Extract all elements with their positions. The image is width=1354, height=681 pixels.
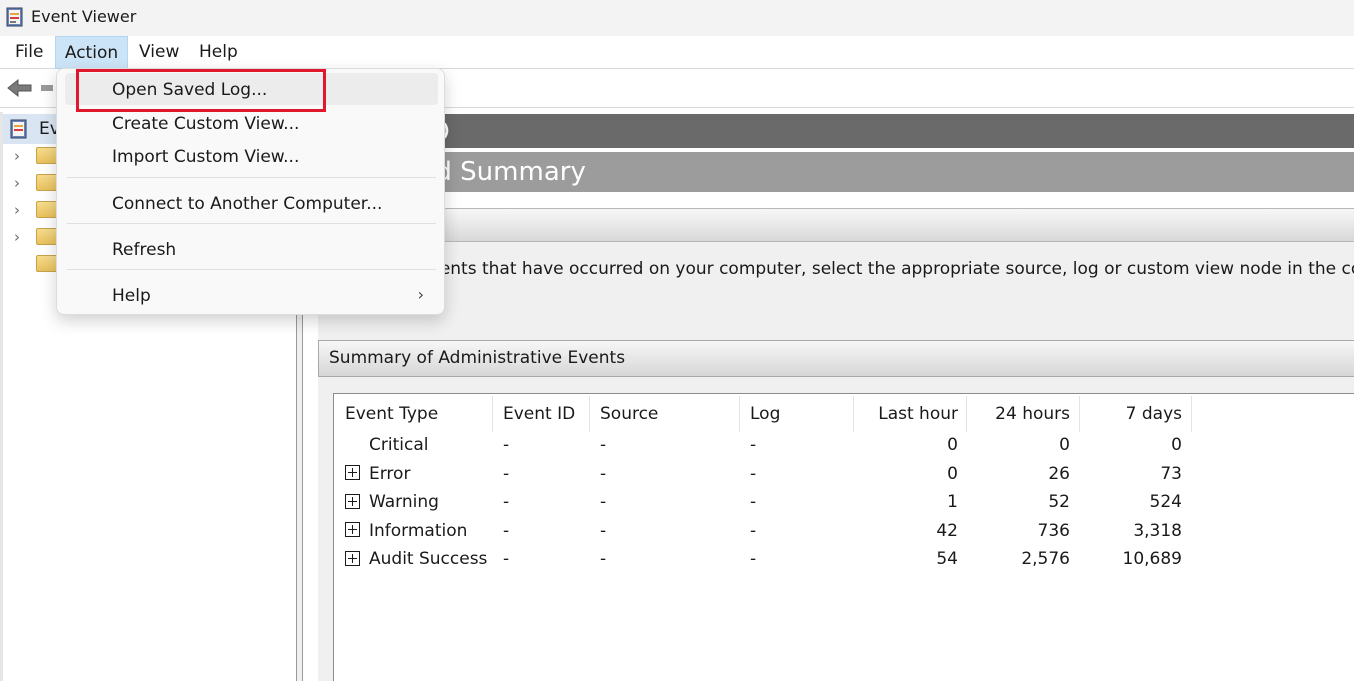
table-cell-source: -: [600, 549, 607, 569]
table-cell-id: -: [503, 464, 510, 484]
menu-item-label: Connect to Another Computer...: [112, 194, 383, 214]
table-cell-24-hours: 0: [1059, 435, 1070, 455]
table-row-type[interactable]: Critical: [369, 435, 428, 455]
action-menu-dropdown: Open Saved Log... Create Custom View... …: [56, 68, 445, 315]
table-cell-24-hours: 2,576: [1021, 549, 1070, 569]
column-header-7-days[interactable]: 7 days: [1084, 404, 1182, 424]
table-cell-last-hour: 54: [936, 549, 958, 569]
table-cell-last-hour: 1: [947, 492, 958, 512]
column-separator[interactable]: [966, 396, 967, 432]
table-cell-source: -: [600, 492, 607, 512]
expand-chevron-icon[interactable]: ›: [14, 147, 20, 165]
menu-separator: [67, 177, 436, 178]
column-separator[interactable]: [739, 396, 740, 432]
table-cell-id: -: [503, 521, 510, 541]
menu-item-open-saved-log[interactable]: Open Saved Log...: [65, 73, 438, 105]
menu-separator: [67, 269, 436, 270]
table-cell-7-days: 3,318: [1133, 521, 1182, 541]
table-row-type[interactable]: Information: [369, 521, 467, 541]
table-cell-7-days: 10,689: [1122, 549, 1182, 569]
title-bar: Event Viewer: [0, 0, 1354, 36]
folder-icon: [36, 255, 58, 272]
table-cell-24-hours: 52: [1048, 492, 1070, 512]
menu-item-label: Import Custom View...: [112, 147, 300, 167]
content-header: ocal): [303, 114, 1354, 148]
column-separator[interactable]: [492, 396, 493, 432]
table-cell-log: -: [750, 492, 757, 512]
table-cell-source: -: [600, 464, 607, 484]
column-separator[interactable]: [589, 396, 590, 432]
folder-icon: [36, 174, 58, 191]
tree-root-item[interactable]: Ev: [3, 114, 63, 144]
expand-plus-icon[interactable]: [345, 551, 360, 566]
table-cell-source: -: [600, 521, 607, 541]
table-row-type[interactable]: Error: [369, 464, 410, 484]
column-header-24-hours[interactable]: 24 hours: [971, 404, 1070, 424]
menu-separator: [67, 223, 436, 224]
window-title: Event Viewer: [31, 7, 137, 26]
table-cell-7-days: 524: [1149, 492, 1182, 512]
menu-item-refresh[interactable]: Refresh: [65, 233, 438, 265]
table-row-type[interactable]: Warning: [369, 492, 439, 512]
table-cell-last-hour: 42: [936, 521, 958, 541]
table-cell-id: -: [503, 549, 510, 569]
forward-arrow-icon[interactable]: [40, 82, 54, 94]
column-header-event-id[interactable]: Event ID: [503, 404, 575, 424]
menu-view[interactable]: View: [139, 36, 179, 69]
table-row-type[interactable]: Audit Success: [369, 549, 487, 569]
menu-item-connect-to-another-computer[interactable]: Connect to Another Computer...: [65, 187, 438, 219]
expand-plus-icon[interactable]: [345, 522, 360, 537]
menu-item-label: Refresh: [112, 240, 177, 260]
menu-help[interactable]: Help: [199, 36, 238, 69]
table-cell-source: -: [600, 435, 607, 455]
expand-plus-icon[interactable]: [345, 494, 360, 509]
menu-item-label: Open Saved Log...: [112, 80, 268, 100]
summary-table: [333, 393, 1354, 681]
tree-left-border: [0, 112, 3, 681]
event-viewer-root-icon: [10, 119, 27, 139]
table-cell-log: -: [750, 435, 757, 455]
folder-icon: [36, 147, 58, 164]
table-cell-24-hours: 736: [1037, 521, 1070, 541]
event-viewer-app-icon: [6, 7, 23, 27]
expand-chevron-icon[interactable]: ›: [14, 174, 20, 192]
column-header-event-type[interactable]: Event Type: [345, 404, 438, 424]
column-separator[interactable]: [1079, 396, 1080, 432]
menu-file[interactable]: File: [15, 36, 43, 69]
column-header-last-hour[interactable]: Last hour: [858, 404, 958, 424]
menu-item-label: Create Custom View...: [112, 114, 300, 134]
table-cell-7-days: 0: [1171, 435, 1182, 455]
expand-chevron-icon[interactable]: ›: [14, 201, 20, 219]
expand-chevron-icon[interactable]: ›: [14, 228, 20, 246]
table-cell-log: -: [750, 521, 757, 541]
submenu-chevron-icon: ›: [417, 285, 424, 304]
summary-panel-bar[interactable]: Summary of Administrative Events: [318, 340, 1354, 377]
table-cell-last-hour: 0: [947, 435, 958, 455]
column-separator[interactable]: [1191, 396, 1192, 432]
folder-icon: [36, 228, 58, 245]
column-header-log[interactable]: Log: [750, 404, 780, 424]
table-cell-last-hour: 0: [947, 464, 958, 484]
content-subheader: and Summary: [303, 152, 1354, 192]
overview-panel-bar[interactable]: [318, 208, 1354, 242]
menu-item-create-custom-view[interactable]: Create Custom View...: [65, 107, 438, 139]
menu-item-import-custom-view[interactable]: Import Custom View...: [65, 140, 438, 172]
table-cell-24-hours: 26: [1048, 464, 1070, 484]
menu-item-label: Help: [112, 286, 151, 306]
menu-bar: File Action View Help: [0, 36, 1354, 69]
table-cell-id: -: [503, 435, 510, 455]
menu-action[interactable]: Action: [55, 36, 128, 69]
menu-item-help[interactable]: Help ›: [65, 279, 438, 311]
back-arrow-icon[interactable]: [7, 78, 33, 98]
table-cell-7-days: 73: [1160, 464, 1182, 484]
folder-icon: [36, 201, 58, 218]
column-separator[interactable]: [853, 396, 854, 432]
expand-plus-icon[interactable]: [345, 465, 360, 480]
table-cell-log: -: [750, 464, 757, 484]
summary-title: Summary of Administrative Events: [329, 348, 626, 368]
table-cell-id: -: [503, 492, 510, 512]
column-header-source[interactable]: Source: [600, 404, 658, 424]
overview-text: w events that have occurred on your comp…: [400, 259, 1354, 279]
table-cell-log: -: [750, 549, 757, 569]
